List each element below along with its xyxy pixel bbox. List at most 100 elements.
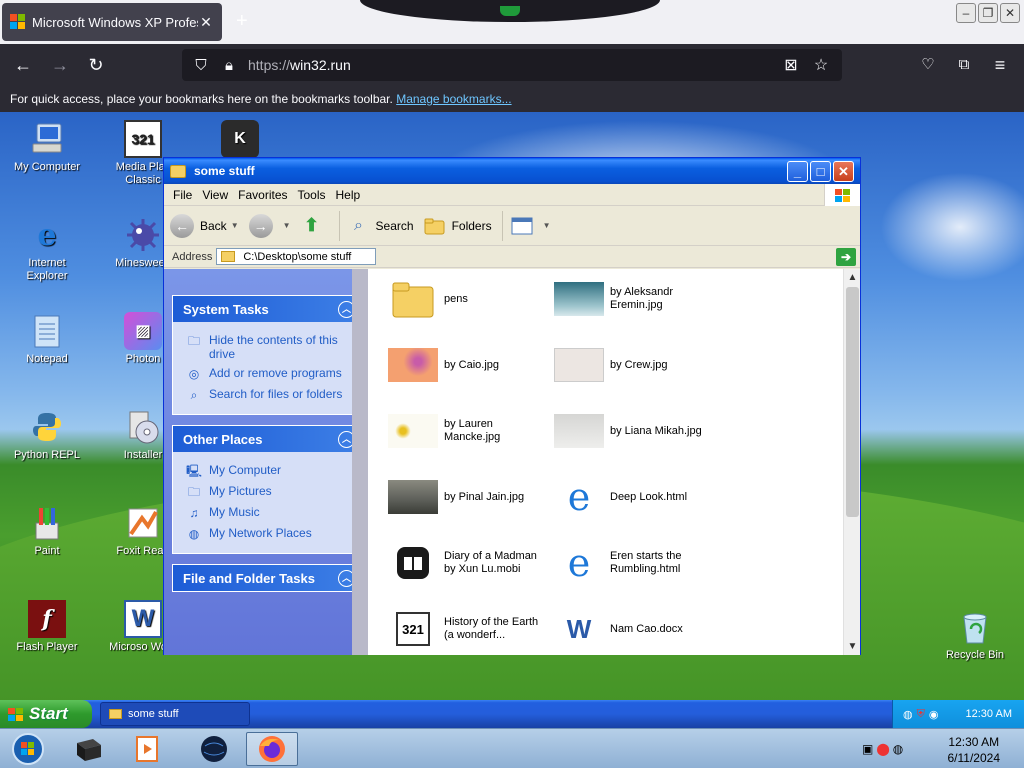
desktop-icon-paint[interactable]: Paint bbox=[8, 504, 86, 558]
image-thumbnail bbox=[554, 406, 604, 456]
computer-icon bbox=[28, 120, 66, 158]
search-button[interactable]: ⌕ Search bbox=[348, 215, 414, 237]
pocket-icon[interactable]: ♡ bbox=[916, 53, 940, 77]
task-pane-scrollbar[interactable] bbox=[352, 269, 368, 655]
file-item[interactable]: by Crew.jpg bbox=[554, 338, 714, 392]
browser-tab[interactable]: Microsoft Windows XP Profess ✕ bbox=[2, 3, 222, 41]
dropdown-arrow-icon[interactable]: ▼ bbox=[231, 221, 239, 230]
menu-favorites[interactable]: Favorites bbox=[233, 188, 292, 202]
address-input[interactable]: C:\Desktop\some stuff bbox=[216, 248, 377, 265]
file-item[interactable]: 321 History of the Earth (a wonderf... bbox=[388, 602, 548, 655]
file-item[interactable]: by Lauren Mancke.jpg bbox=[388, 404, 548, 458]
host-tray-network-icon[interactable]: ◍ bbox=[893, 742, 903, 756]
panel-header[interactable]: Other Places ︿ bbox=[173, 426, 359, 452]
file-item[interactable]: by Liana Mikah.jpg bbox=[554, 404, 714, 458]
window-titlebar[interactable]: some stuff _ □ ✕ bbox=[164, 158, 860, 184]
file-item[interactable]: Diary of a Madman by Xun Lu.mobi bbox=[388, 536, 548, 590]
host-start-orb[interactable] bbox=[2, 732, 54, 766]
file-list-scrollbar[interactable]: ▲ ▼ bbox=[843, 269, 860, 655]
host-tray-app-icon[interactable]: ▣ bbox=[862, 742, 873, 756]
start-button[interactable]: Start bbox=[0, 700, 92, 728]
maximize-icon[interactable]: ❐ bbox=[978, 3, 998, 23]
volume-icon[interactable]: ◉ bbox=[929, 708, 939, 721]
desktop-icon-notepad[interactable]: Notepad bbox=[8, 312, 86, 366]
dropdown-arrow-icon[interactable]: ▼ bbox=[283, 221, 291, 230]
thumb-caio bbox=[388, 348, 438, 382]
desktop-icon-recycle-bin[interactable]: Recycle Bin bbox=[936, 608, 1014, 662]
lock-icon[interactable]: 🔒︎ bbox=[220, 57, 238, 74]
back-arrow-icon[interactable]: ← bbox=[11, 53, 35, 77]
views-button[interactable]: ▼ bbox=[511, 215, 551, 237]
taskbar-item-some-stuff[interactable]: some stuff bbox=[100, 702, 250, 726]
recycle-bin-icon bbox=[956, 608, 994, 646]
host-clock[interactable]: 12:30 AM 6/11/2024 bbox=[948, 734, 1001, 766]
bookmark-star-icon[interactable]: ☆ bbox=[810, 55, 832, 75]
file-item[interactable]: W Nam Cao.docx bbox=[554, 602, 714, 655]
folder-view-icon: 🗀 bbox=[187, 334, 200, 348]
host-tray-alert-icon[interactable]: ⬤ bbox=[876, 742, 889, 756]
close-button[interactable]: ✕ bbox=[833, 160, 854, 182]
file-list: pens by Aleksandr Eremin.jpg by Caio.jpg… bbox=[368, 269, 860, 655]
file-item[interactable]: e Deep Look.html bbox=[554, 470, 714, 524]
maximize-button[interactable]: □ bbox=[810, 160, 831, 182]
file-item[interactable]: by Aleksandr Eremin.jpg bbox=[554, 272, 714, 326]
desktop-icon-my-computer[interactable]: My Computer bbox=[8, 120, 86, 174]
close-icon[interactable]: ✕ bbox=[1000, 3, 1020, 23]
place-my-computer[interactable]: 🖳 My Computer bbox=[185, 463, 353, 479]
minimize-icon[interactable]: – bbox=[956, 3, 976, 23]
forward-button[interactable]: → ▼ bbox=[248, 213, 291, 238]
scroll-up-arrow-icon[interactable]: ▲ bbox=[844, 269, 860, 286]
panel-header[interactable]: File and Folder Tasks ︿ bbox=[173, 565, 359, 591]
manage-bookmarks-link[interactable]: Manage bookmarks... bbox=[396, 92, 511, 106]
file-item[interactable]: e Eren starts the Rumbling.html bbox=[554, 536, 714, 590]
place-my-pictures[interactable]: 🗀 My Pictures bbox=[185, 484, 353, 500]
place-my-network-places[interactable]: ◍ My Network Places bbox=[185, 526, 353, 542]
desktop-icon-flash-player[interactable]: f Flash Player bbox=[8, 600, 86, 654]
foxit-reader-icon bbox=[124, 504, 162, 542]
scroll-down-arrow-icon[interactable]: ▼ bbox=[844, 638, 860, 655]
security-alert-icon[interactable]: ⛨ bbox=[917, 708, 925, 721]
desktop-icon-python-repl[interactable]: Python REPL bbox=[8, 408, 86, 462]
task-hide-contents[interactable]: 🗀 Hide the contents of this drive bbox=[185, 333, 353, 361]
desktop-icon-clapperboard[interactable]: K bbox=[201, 120, 279, 161]
place-my-music[interactable]: ♫ My Music bbox=[185, 505, 353, 521]
task-search-files[interactable]: ⌕ Search for files or folders bbox=[185, 387, 353, 403]
file-item[interactable]: by Pinal Jain.jpg bbox=[388, 470, 548, 524]
file-item[interactable]: by Caio.jpg bbox=[388, 338, 548, 392]
network-icon[interactable]: ◍ bbox=[903, 708, 913, 721]
reload-icon[interactable]: ↻ bbox=[84, 53, 108, 77]
dropdown-arrow-icon[interactable]: ▼ bbox=[543, 221, 551, 230]
task-add-remove-programs[interactable]: ◎ Add or remove programs bbox=[185, 366, 353, 382]
task-pane: System Tasks ︿ 🗀 Hide the contents of this… bbox=[164, 269, 368, 655]
url-bar[interactable]: ⛉ 🔒︎ https://win32.run ⊠ ☆ bbox=[182, 49, 842, 81]
file-item[interactable]: pens bbox=[388, 272, 548, 326]
explorer-window: some stuff _ □ ✕ File View Favorites Too… bbox=[163, 157, 861, 655]
scrollbar-thumb[interactable] bbox=[846, 287, 859, 517]
folders-button[interactable]: Folders bbox=[424, 215, 492, 237]
host-app-media-player-icon[interactable] bbox=[122, 732, 174, 766]
minimize-button[interactable]: _ bbox=[787, 160, 808, 182]
shield-icon[interactable]: ⛉ bbox=[192, 57, 210, 74]
url-text[interactable]: https://win32.run bbox=[248, 57, 772, 73]
host-app-globe-icon[interactable] bbox=[188, 732, 240, 766]
forward-arrow-icon[interactable]: → bbox=[48, 53, 72, 77]
menu-icon[interactable]: ≡ bbox=[988, 53, 1012, 77]
up-folder-button[interactable]: ⬆ bbox=[301, 215, 329, 237]
menu-view[interactable]: View bbox=[197, 188, 233, 202]
menu-tools[interactable]: Tools bbox=[293, 188, 331, 202]
cd-icon: ◎ bbox=[188, 367, 200, 381]
desktop-icon-internet-explorer[interactable]: e Internet Explorer bbox=[8, 216, 86, 283]
menu-file[interactable]: File bbox=[168, 188, 197, 202]
host-app-firefox-icon[interactable] bbox=[246, 732, 298, 766]
go-arrow-icon[interactable]: ➔ bbox=[836, 247, 856, 266]
host-app-dark-box-icon[interactable] bbox=[62, 732, 114, 766]
close-tab-icon[interactable]: ✕ bbox=[198, 14, 214, 31]
panel-header[interactable]: System Tasks ︿ bbox=[173, 296, 359, 322]
thumb-liana bbox=[554, 414, 604, 448]
reader-view-icon[interactable]: ⊠ bbox=[780, 55, 802, 75]
back-button[interactable]: ← Back ▼ bbox=[170, 213, 239, 238]
menu-help[interactable]: Help bbox=[331, 188, 366, 202]
word-document-icon: W bbox=[566, 613, 592, 644]
new-tab-button[interactable]: + bbox=[236, 10, 248, 33]
extensions-icon[interactable]: ⧉ bbox=[952, 53, 976, 77]
